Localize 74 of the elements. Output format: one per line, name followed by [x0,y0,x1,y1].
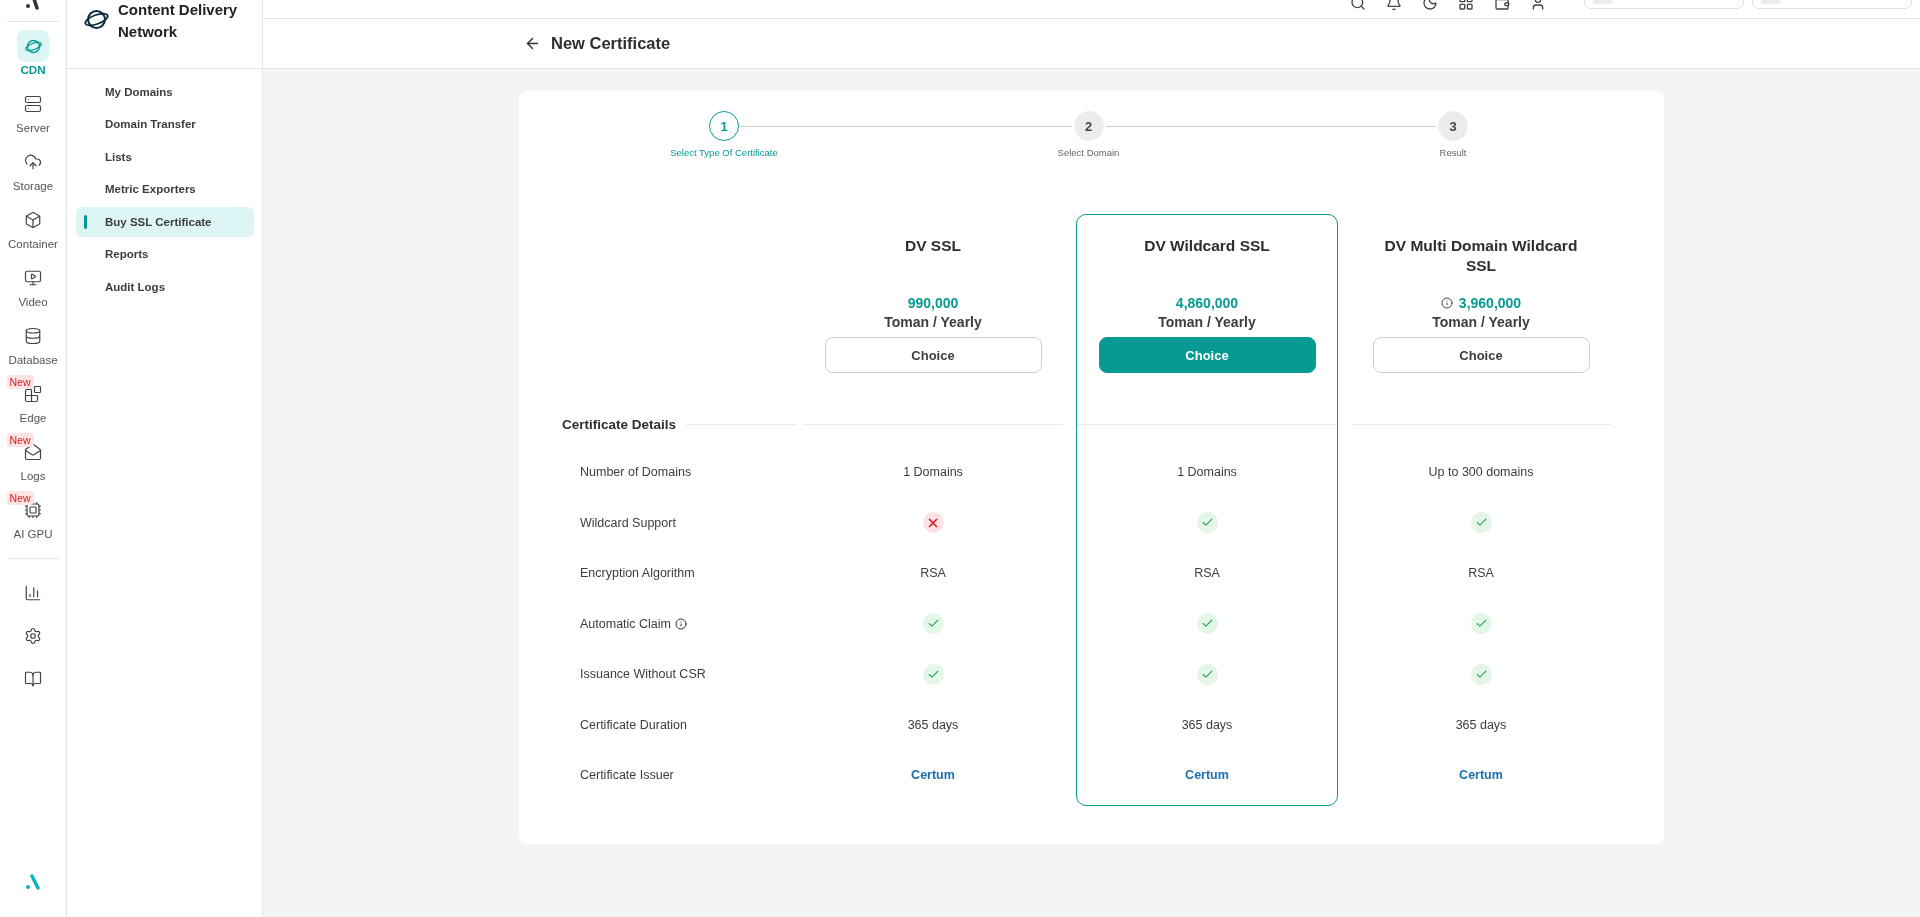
plan-price: 3,960,000 [1458,295,1522,311]
sidebar-item[interactable]: My Domains [76,77,254,107]
plan-name: DV SSL [904,236,962,256]
detail-label: Number of Domains [579,465,692,480]
detail-value: RSA [1468,566,1494,581]
video-icon [24,269,42,287]
sidebar-item[interactable]: Domain Transfer [76,109,254,139]
new-badge: New [6,433,34,447]
chart-icon[interactable] [24,583,42,602]
price-unit: Toman / Yearly [1158,314,1256,330]
step-label: Result [1439,147,1467,158]
detail-value: 365 days [907,717,959,732]
rail-item[interactable]: Video [0,262,67,320]
cube-icon [24,211,42,229]
issuer-link[interactable]: Certum [1185,768,1229,783]
plan-price: 990,000 [907,295,959,311]
page-title: New Certificate [551,34,671,53]
detail-value: 1 Domains [903,465,963,480]
book-icon[interactable] [24,669,42,688]
chip-icon [24,501,42,519]
sidebar-item[interactable]: Reports [76,239,254,269]
plan-name: DV Multi Domain Wildcard SSL [1383,236,1579,276]
sidebar-item[interactable]: Audit Logs [76,272,254,302]
rail-item[interactable]: New AI GPU [0,494,67,552]
rail-item[interactable]: Storage [0,146,67,204]
info-icon[interactable] [1440,297,1453,309]
detail-value: 365 days [1181,717,1233,732]
section-heading: Certificate Details [562,416,677,432]
new-badge: New [6,491,34,505]
detail-label: Encryption Algorithm [579,566,695,581]
sidebar-item[interactable]: Metric Exporters [76,174,254,204]
logo-icon [25,0,41,10]
choice-button[interactable]: Choice [1372,337,1590,373]
settings-icon[interactable] [24,626,42,645]
detail-value: 365 days [1455,717,1507,732]
step-label: Select Type Of Certificate [670,147,778,158]
info-icon[interactable] [675,617,687,630]
rail-item[interactable]: New Edge [0,378,67,436]
rail-item[interactable]: New Logs [0,436,67,494]
sidebar-title: Content Delivery Network [118,0,238,42]
database-icon [24,327,42,345]
step-circle: 1 [709,111,739,141]
issuer-link[interactable]: Certum [911,768,955,783]
detail-value: Up to 300 domains [1428,465,1534,480]
price-unit: Toman / Yearly [884,314,982,330]
cloud-upload-icon [24,153,42,171]
plan-price: 4,860,000 [1175,295,1239,311]
price-unit: Toman / Yearly [1432,314,1530,330]
rail-item[interactable]: Server [0,88,67,146]
logo-icon [25,873,41,890]
step-label: Select Domain [1057,147,1120,158]
detail-label: Wildcard Support [579,515,676,530]
server-icon [24,95,42,113]
rail-item[interactable]: Container [0,204,67,262]
detail-value: RSA [920,566,946,581]
plan-name: DV Wildcard SSL [1143,236,1271,256]
detail-label: Certificate Issuer [579,768,674,783]
mail-icon [24,443,42,461]
new-badge: New [6,375,34,389]
back-button[interactable] [524,35,541,52]
rail-item[interactable]: Database [0,320,67,378]
issuer-link[interactable]: Certum [1459,768,1503,783]
detail-label: Automatic Claim [579,616,671,631]
choice-button[interactable]: Choice [824,337,1042,373]
detail-value: RSA [1194,566,1220,581]
step-circle: 3 [1438,111,1468,141]
detail-label: Issuance Without CSR [579,667,706,682]
rail-item[interactable]: CDN [0,30,67,88]
step-circle: 2 [1073,111,1104,141]
detail-value: 1 Domains [1177,465,1237,480]
sidebar-item[interactable]: Buy SSL Certificate [76,207,254,237]
sidebar-item[interactable]: Lists [76,142,254,172]
blocks-icon [24,385,42,403]
detail-label: Certificate Duration [579,717,687,732]
